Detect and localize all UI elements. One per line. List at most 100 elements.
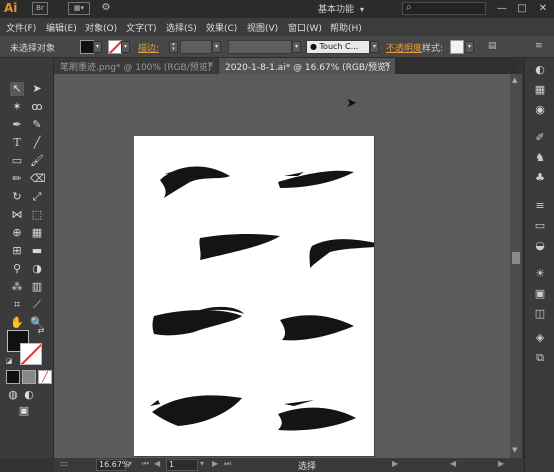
column-graph-tool-icon[interactable]: ▥: [30, 280, 44, 294]
tab-brush-png[interactable]: 笔刷墨迹.png* @ 100% (RGB/预览) ✕: [54, 58, 218, 74]
rotate-tool-icon[interactable]: ↻: [10, 190, 24, 204]
pen-tool-icon[interactable]: ✒: [10, 118, 24, 132]
type-tool-icon[interactable]: T: [10, 136, 24, 150]
menu-select[interactable]: 选择(S): [166, 21, 197, 34]
perspective-grid-tool-icon[interactable]: ▦: [30, 226, 44, 240]
paintbrush-tool-icon[interactable]: 🖌: [30, 154, 44, 168]
tab-active-document[interactable]: 2020-1-8-1.ai* @ 16.67% (RGB/预览) ✕: [219, 58, 395, 74]
bridge-icon[interactable]: Br: [32, 2, 48, 15]
free-transform-tool-icon[interactable]: ⬚: [30, 208, 44, 222]
opacity-label[interactable]: 不透明度: [386, 41, 422, 54]
last-artboard-icon[interactable]: ⏭: [224, 459, 231, 469]
scroll-left-icon[interactable]: ◀: [450, 459, 456, 468]
gradient-mode-icon[interactable]: [22, 370, 36, 384]
blend-tool-icon[interactable]: ◑: [30, 262, 44, 276]
transparency-panel-icon[interactable]: ◒: [531, 238, 549, 254]
default-colors-icon[interactable]: ◪: [2, 354, 16, 368]
graphic-styles-icon[interactable]: ▣: [531, 286, 549, 302]
brush-definition-field[interactable]: ● Touch C...: [306, 40, 370, 54]
symbols-panel-icon[interactable]: ♣: [531, 170, 549, 186]
gpu-performance-icon[interactable]: ⚙: [98, 2, 114, 15]
color-mode-icon[interactable]: [6, 370, 20, 384]
slice-tool-icon[interactable]: ⟋: [30, 298, 44, 312]
magic-wand-tool-icon[interactable]: ✶: [10, 100, 24, 114]
status-menu-icon[interactable]: ▶: [392, 459, 398, 468]
maximize-button[interactable]: □: [512, 1, 532, 17]
layers-panel-icon[interactable]: ◈: [531, 330, 549, 346]
chevron-down-icon[interactable]: ▾: [465, 41, 474, 53]
symbol-sprayer-tool-icon[interactable]: ⁂: [10, 280, 24, 294]
close-icon[interactable]: ✕: [384, 60, 391, 69]
menu-window[interactable]: 窗口(W): [288, 21, 322, 34]
stroke-label[interactable]: 描边:: [138, 41, 159, 54]
doc-setup-icon[interactable]: ▤: [488, 41, 497, 51]
menu-file[interactable]: 文件(F): [6, 21, 36, 34]
menu-help[interactable]: 帮助(H): [330, 21, 362, 34]
first-artboard-icon[interactable]: ⏮: [142, 459, 149, 469]
menu-object[interactable]: 对象(O): [85, 21, 117, 34]
direct-selection-tool-icon[interactable]: ➤: [30, 82, 44, 96]
zoom-level[interactable]: 16.67%: [96, 459, 130, 471]
chevron-down-icon[interactable]: ▾: [93, 41, 102, 53]
chevron-down-icon[interactable]: ▾: [212, 41, 221, 53]
chevron-down-icon[interactable]: ▾: [200, 459, 204, 468]
brush-library-icon[interactable]: ♞: [531, 150, 549, 166]
stroke-stepper[interactable]: ▴ ▾: [169, 41, 178, 53]
menu-edit[interactable]: 编辑(E): [46, 21, 77, 34]
variable-width-profile[interactable]: [228, 40, 292, 54]
lasso-tool-icon[interactable]: ꝏ: [30, 100, 44, 114]
chevron-down-icon[interactable]: ▾: [128, 459, 132, 468]
chevron-down-icon[interactable]: ▾: [292, 41, 301, 53]
artboard-tool-icon[interactable]: ⌗: [10, 298, 24, 312]
menu-view[interactable]: 视图(V): [247, 21, 278, 34]
screen-mode-icon[interactable]: ▣: [14, 404, 34, 418]
rectangle-tool-icon[interactable]: ▭: [10, 154, 24, 168]
width-tool-icon[interactable]: ⋈: [10, 208, 24, 222]
zoom-menu-icon[interactable]: ▭: [60, 459, 68, 468]
shape-builder-tool-icon[interactable]: ⊕: [10, 226, 24, 240]
appearance-panel-icon[interactable]: ☀: [531, 266, 549, 282]
artboards-panel-icon[interactable]: ⧉: [531, 350, 549, 366]
draw-behind-icon[interactable]: ◐: [22, 388, 36, 402]
search-input[interactable]: ⌕: [402, 2, 486, 15]
close-button[interactable]: ✕: [533, 1, 553, 17]
color-panel-icon[interactable]: ◐: [531, 62, 549, 78]
chevron-down-icon[interactable]: ▾: [121, 41, 130, 53]
workspace-switcher[interactable]: 基本功能 ▾: [318, 2, 364, 15]
scroll-down-icon[interactable]: ▼: [512, 446, 517, 454]
swatches-panel-icon[interactable]: ◉: [531, 102, 549, 118]
none-mode-icon[interactable]: ╱: [38, 370, 52, 384]
gradient-tool-icon[interactable]: ▬: [30, 244, 44, 258]
stroke-panel-icon[interactable]: ≡: [531, 198, 549, 214]
graphic-style-swatch[interactable]: [450, 40, 464, 54]
close-icon[interactable]: ✕: [207, 60, 214, 69]
stroke-color-box[interactable]: [20, 343, 42, 365]
canvas-area[interactable]: ➤: [54, 74, 514, 458]
previous-artboard-icon[interactable]: ◀: [154, 459, 160, 468]
panel-menu-icon[interactable]: ≡: [535, 41, 543, 51]
selection-tool-icon[interactable]: ↖: [10, 82, 24, 96]
mesh-tool-icon[interactable]: ⊞: [10, 244, 24, 258]
line-tool-icon[interactable]: ╱: [30, 136, 44, 150]
menu-type[interactable]: 文字(T): [126, 21, 157, 34]
align-panel-icon[interactable]: ◫: [531, 306, 549, 322]
curvature-tool-icon[interactable]: ✎: [30, 118, 44, 132]
color-guide-icon[interactable]: ▦: [531, 82, 549, 98]
menu-effect[interactable]: 效果(C): [206, 21, 237, 34]
chevron-down-icon[interactable]: ▾: [370, 41, 379, 53]
vertical-scrollbar[interactable]: ▲ ▼: [510, 74, 522, 458]
next-artboard-icon[interactable]: ▶: [212, 459, 218, 468]
scroll-up-icon[interactable]: ▲: [512, 76, 517, 84]
minimize-button[interactable]: —: [492, 1, 512, 17]
stroke-weight-input[interactable]: [180, 40, 212, 54]
scale-tool-icon[interactable]: ⤢: [30, 190, 44, 204]
scroll-right-icon[interactable]: ▶: [498, 459, 504, 468]
brushes-panel-icon[interactable]: ✐: [531, 130, 549, 146]
artboard[interactable]: [134, 136, 374, 456]
arrange-documents-icon[interactable]: ▦▾: [68, 2, 90, 15]
artboard-number[interactable]: 1: [166, 459, 198, 471]
gradient-panel-icon[interactable]: ▭: [531, 218, 549, 234]
fill-color-swatch[interactable]: [80, 40, 94, 54]
eyedropper-tool-icon[interactable]: ⚲: [10, 262, 24, 276]
swap-colors-icon[interactable]: ⇄: [34, 324, 48, 338]
